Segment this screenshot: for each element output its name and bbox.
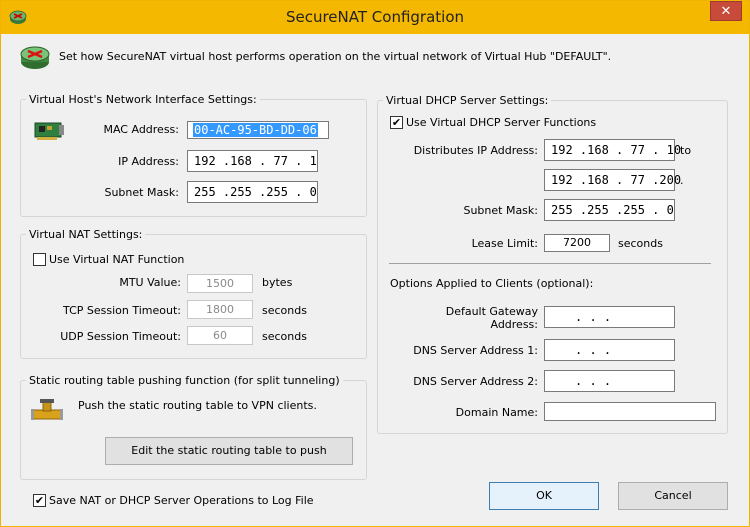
dns1-input[interactable]: . . . (544, 339, 675, 361)
domain-name-label: Domain Name: (455, 406, 538, 419)
dns1-label: DNS Server Address 1: (413, 344, 538, 357)
dns2-input[interactable]: . . . (544, 370, 675, 392)
udp-timeout-input[interactable]: 60 (187, 326, 253, 345)
dhcp-options-divider (389, 263, 711, 264)
domain-name-input[interactable] (544, 402, 716, 421)
client-options-title: Options Applied to Clients (optional): (390, 277, 594, 290)
dhcp-subnet-mask-input[interactable]: 255 .255 .255 . 0 (544, 199, 675, 221)
tcp-timeout-input[interactable]: 1800 (187, 300, 253, 319)
mtu-input[interactable]: 1500 (187, 274, 253, 293)
save-log-checkbox[interactable]: ✔ (33, 494, 46, 507)
distribute-range-label: Distributes IP Address: (413, 144, 538, 157)
default-gateway-label-line1: Default Gateway (445, 305, 538, 318)
lease-limit-input[interactable]: 7200 (544, 234, 610, 252)
default-gateway-label-line2: Address: (490, 318, 538, 331)
default-gateway-label: Default Gateway Address: (401, 305, 538, 331)
virtual-host-group-title: Virtual Host's Network Interface Setting… (26, 93, 260, 106)
use-virtual-nat-label: Use Virtual NAT Function (49, 253, 185, 266)
pipe-valve-icon (31, 399, 63, 420)
mac-address-input[interactable]: 00-AC-95-BD-DD-06 (187, 121, 329, 139)
save-log-label: Save NAT or DHCP Server Operations to Lo… (49, 494, 314, 507)
static-routing-group-title: Static routing table pushing function (f… (26, 374, 343, 387)
dhcp-range-end-input[interactable]: 192 .168 . 77 .200 (544, 169, 681, 191)
mac-address-value: 00-AC-95-BD-DD-06 (193, 123, 318, 137)
virtual-dhcp-group-title: Virtual DHCP Server Settings: (383, 94, 552, 107)
use-virtual-dhcp-checkbox[interactable]: ✔ (390, 116, 403, 129)
range-end-suffix: . (680, 174, 684, 187)
edit-static-routing-button[interactable]: Edit the static routing table to push (105, 437, 353, 465)
udp-timeout-label: UDP Session Timeout: (60, 330, 181, 343)
default-gateway-input[interactable]: . . . (544, 306, 675, 328)
dhcp-range-start-input[interactable]: 192 .168 . 77 . 10 (544, 139, 681, 161)
subnet-mask-input[interactable]: 255 .255 .255 . 0 (187, 181, 318, 203)
virtual-nat-group-title: Virtual NAT Settings: (26, 228, 146, 241)
dns2-label: DNS Server Address 2: (413, 375, 538, 388)
mtu-unit: bytes (262, 276, 293, 289)
network-card-icon (34, 122, 64, 140)
udp-timeout-unit: seconds (262, 330, 307, 343)
range-to-label: to (680, 144, 692, 157)
header-description: Set how SecureNAT virtual host performs … (59, 50, 612, 63)
ok-button[interactable]: OK (489, 482, 599, 510)
use-virtual-dhcp-label: Use Virtual DHCP Server Functions (406, 116, 597, 129)
cancel-button[interactable]: Cancel (618, 482, 728, 510)
static-routing-description: Push the static routing table to VPN cli… (78, 399, 317, 412)
subnet-mask-label: Subnet Mask: (104, 186, 179, 199)
static-routing-group (20, 380, 367, 480)
mtu-label: MTU Value: (119, 276, 181, 289)
close-button[interactable]: ✕ (710, 1, 742, 21)
tcp-timeout-unit: seconds (262, 304, 307, 317)
window-title: SecureNAT Configration (285, 8, 465, 26)
securenat-router-icon (20, 46, 50, 69)
mac-address-label: MAC Address: (103, 123, 179, 136)
ip-address-input[interactable]: 192 .168 . 77 . 1 (187, 150, 318, 172)
lease-limit-label: Lease Limit: (471, 237, 538, 250)
use-virtual-nat-checkbox[interactable] (33, 253, 46, 266)
title-bar[interactable]: SecureNAT Configration ✕ (1, 1, 749, 34)
lease-limit-unit: seconds (618, 237, 663, 250)
tcp-timeout-label: TCP Session Timeout: (63, 304, 181, 317)
close-icon: ✕ (720, 4, 732, 19)
securenat-config-window: SecureNAT Configration ✕ Set how SecureN… (0, 0, 750, 527)
ip-address-label: IP Address: (118, 155, 179, 168)
dhcp-subnet-mask-label: Subnet Mask: (463, 204, 538, 217)
